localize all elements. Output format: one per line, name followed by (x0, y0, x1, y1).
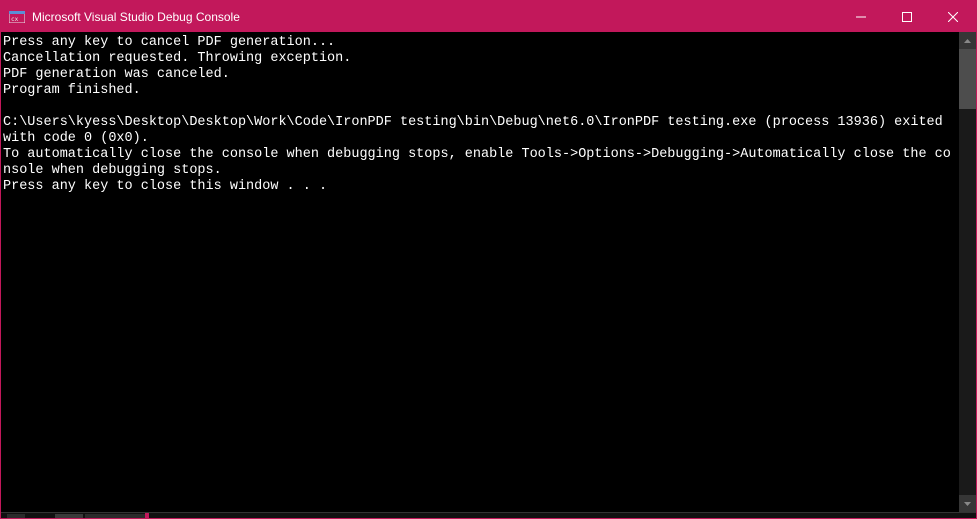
scrollbar-thumb[interactable] (959, 49, 976, 109)
output-line: C:\Users\kyess\Desktop\Desktop\Work\Code… (3, 115, 951, 146)
output-line: Cancellation requested. Throwing excepti… (3, 51, 351, 66)
console-area: Press any key to cancel PDF generation..… (1, 32, 976, 512)
window-controls (838, 1, 976, 32)
console-window: cx Microsoft Visual Studio Debug Console… (0, 0, 977, 519)
output-line: Press any key to close this window . . . (3, 179, 327, 194)
scrollbar-up-button[interactable] (959, 32, 976, 49)
output-line: Program finished. (3, 83, 141, 98)
taskbar-item (55, 514, 83, 518)
maximize-button[interactable] (884, 1, 930, 32)
taskbar-item (85, 514, 145, 518)
titlebar[interactable]: cx Microsoft Visual Studio Debug Console (1, 1, 976, 32)
taskbar-accent (145, 513, 149, 519)
close-button[interactable] (930, 1, 976, 32)
minimize-button[interactable] (838, 1, 884, 32)
console-output[interactable]: Press any key to cancel PDF generation..… (1, 32, 959, 512)
taskbar-fragment (1, 512, 976, 518)
output-line: To automatically close the console when … (3, 147, 951, 178)
scrollbar-down-button[interactable] (959, 495, 976, 512)
vertical-scrollbar[interactable] (959, 32, 976, 512)
output-line: PDF generation was canceled. (3, 67, 230, 82)
output-line: Press any key to cancel PDF generation..… (3, 35, 335, 50)
taskbar-item (7, 514, 25, 518)
window-title: Microsoft Visual Studio Debug Console (32, 10, 838, 24)
svg-text:cx: cx (11, 16, 19, 23)
app-icon: cx (9, 10, 25, 24)
